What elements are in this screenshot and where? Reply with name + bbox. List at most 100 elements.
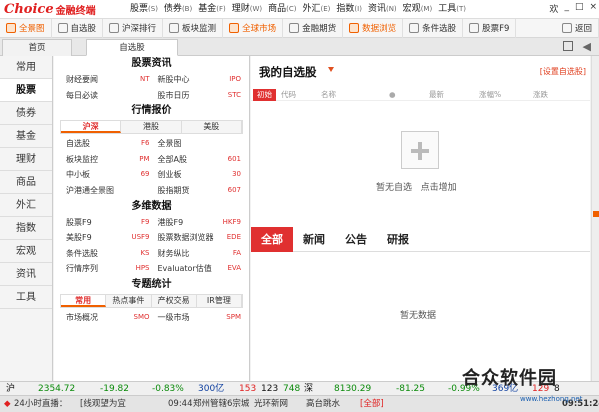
panel-link[interactable]: 沪港通全景图 [66,183,158,199]
sh-flat-count: 123 [261,384,279,394]
menu-item-b[interactable]: 债券(B) [161,0,195,19]
sidebar-item-8[interactable]: 宏观 [0,240,52,263]
subtab-1[interactable]: 热点事件 [106,294,152,307]
subtab-0[interactable]: 常用 [61,294,107,307]
toolbar-button-1[interactable]: 自选股 [52,18,104,38]
panel-link[interactable]: 股市日历 STC [158,88,250,104]
panel-link[interactable]: 行情序列 HPS [66,261,158,277]
panel-link[interactable]: 股票F9 F9 [66,215,158,231]
add-stock-button[interactable] [401,131,439,169]
panel-link[interactable]: 创业板 30 [158,167,250,183]
panel-link[interactable]: 全景图 [158,136,250,152]
panel-link[interactable]: 自选股 F6 [66,136,158,152]
column-header[interactable]: 名称 [321,89,336,101]
column-header[interactable]: 涨幅% [479,89,501,101]
column-header[interactable]: 代码 [281,89,296,101]
sidebar-item-7[interactable]: 指数 [0,217,52,240]
logo-cn-text: 金融终端 [55,6,96,17]
toolbar-button-4[interactable]: 全球市场 [223,18,284,38]
menu-item-i[interactable]: 指数(I) [333,0,365,19]
column-header[interactable]: 最新 [429,89,444,101]
column-header[interactable]: ● [389,89,396,101]
panel-link[interactable]: 港股F9 HKF9 [158,215,250,231]
link-label: 港股F9 [157,217,184,227]
column-header[interactable]: 涨跌 [533,89,548,101]
news-tab-2[interactable]: 公告 [335,227,377,252]
function-panel: 股票资讯 财经要闻 NT 新股中心 IPO 每日必读 股市日历 STC 行情报价 沪深 港股美… [54,56,250,381]
toolbar-button-0[interactable]: 全景图 [0,18,52,38]
panel-link[interactable]: 板块监控 PM [66,152,158,168]
right-scrollbar[interactable] [591,56,599,381]
subtab-1[interactable]: 港股 [121,121,182,134]
panel-link[interactable]: 美股F9 USF9 [66,230,158,246]
all-news-link[interactable]: [全部] [360,396,384,412]
toolbar-button-7[interactable]: 条件选股 [403,18,464,38]
maximize-button[interactable]: □ [575,2,584,15]
toolbar-button-9[interactable]: 返回 [556,18,599,38]
panel-link[interactable]: 股票数据浏览器 EDE [158,230,250,246]
panel-link[interactable]: 财务纵比 FA [158,246,250,262]
restore-button[interactable]: 欢 [549,2,558,15]
panel-link[interactable]: 一级市场 SPM [158,310,250,326]
menu-item-c[interactable]: 商品(C) [265,0,299,19]
panel-link[interactable]: 新股中心 IPO [158,72,250,88]
link-label: 全部A股 [157,154,187,164]
panel-link[interactable]: 股指期货 607 [158,183,250,199]
subtab-3[interactable]: IR管理 [196,294,242,307]
tab-home[interactable]: 首页 [2,39,72,56]
scroll-marker[interactable] [593,211,599,217]
close-button[interactable]: × [589,2,597,15]
tab-watchlist[interactable]: 自选股 [86,39,178,56]
dropdown-arrow-icon[interactable] [328,67,334,72]
toolbar-button-8[interactable]: 股票F9 [463,18,517,38]
panel-link[interactable]: 市场概况 SMO [66,310,158,326]
minimize-button[interactable]: _ [564,2,569,15]
menu-item-f[interactable]: 基金(F) [195,0,229,19]
toolbar-button-5[interactable]: 金融期货 [283,18,344,38]
toolbar-button-3[interactable]: 板块监测 [163,18,224,38]
panel-link[interactable]: 全部A股 601 [158,152,250,168]
column-header[interactable]: 初始 [253,89,276,101]
news-tab-3[interactable]: 研报 [377,227,419,252]
sidebar-item-2[interactable]: 债券 [0,102,52,125]
news-item[interactable]: 郑州管辖6宗城 [193,396,249,412]
sidebar-item-0[interactable]: 常用 [0,56,52,79]
menu-item-n[interactable]: 资讯(N) [365,0,400,19]
news-item[interactable]: 高台跳水 [306,396,340,412]
panel-row: 美股F9 USF9 股票数据浏览器 EDE [54,230,249,246]
panel-link[interactable]: 每日必读 [66,88,158,104]
subtab-2[interactable]: 美股 [181,121,242,134]
panel-link[interactable]: 财经要闻 NT [66,72,158,88]
news-tab-0[interactable]: 全部 [251,227,293,252]
sidebar-item-6[interactable]: 外汇 [0,194,52,217]
subtab-0[interactable]: 沪深 [61,121,122,134]
sidebar-item-3[interactable]: 基金 [0,125,52,148]
live-message[interactable]: [线观望为宜 [80,396,126,412]
back-arrow-icon[interactable]: ◀ [583,40,591,53]
news-tab-1[interactable]: 新闻 [293,227,335,252]
toolbar-button-6[interactable]: 数据浏览 [343,18,404,38]
subtab-2[interactable]: 产权交易 [151,294,197,307]
sidebar-item-10[interactable]: 工具 [0,286,52,309]
watchlist-title[interactable]: 我的自选股 [259,64,317,80]
panel-link[interactable]: 中小板 69 [66,167,158,183]
menu-item-m[interactable]: 宏观(M) [400,0,436,19]
menu-item-e[interactable]: 外汇(E) [300,0,334,19]
add-link[interactable]: 点击增加 [421,183,457,193]
toolbar-button-2[interactable]: 沪深排行 [103,18,164,38]
news-item[interactable]: 光环新网 [254,396,288,412]
sidebar-item-5[interactable]: 商品 [0,171,52,194]
menu-item-w[interactable]: 理财(W) [229,0,265,19]
sidebar-item-9[interactable]: 资讯 [0,263,52,286]
sidebar-item-1[interactable]: 股票 [0,79,52,102]
section-title-data: 多维数据 [131,200,172,212]
panel-link[interactable]: 条件选股 KS [66,246,158,262]
menu-item-t[interactable]: 工具(T) [435,0,469,19]
menu-item-s[interactable]: 股票(S) [127,0,161,19]
sidebar-item-4[interactable]: 理财 [0,148,52,171]
watchlist-settings-link[interactable]: [设置自选股] [540,66,586,77]
link-shortcut: IPO [229,75,241,83]
detach-icon[interactable] [563,41,573,51]
app-logo[interactable]: Choice 金融终端 [4,2,96,17]
panel-link[interactable]: Evaluator估值 EVA [158,261,250,277]
